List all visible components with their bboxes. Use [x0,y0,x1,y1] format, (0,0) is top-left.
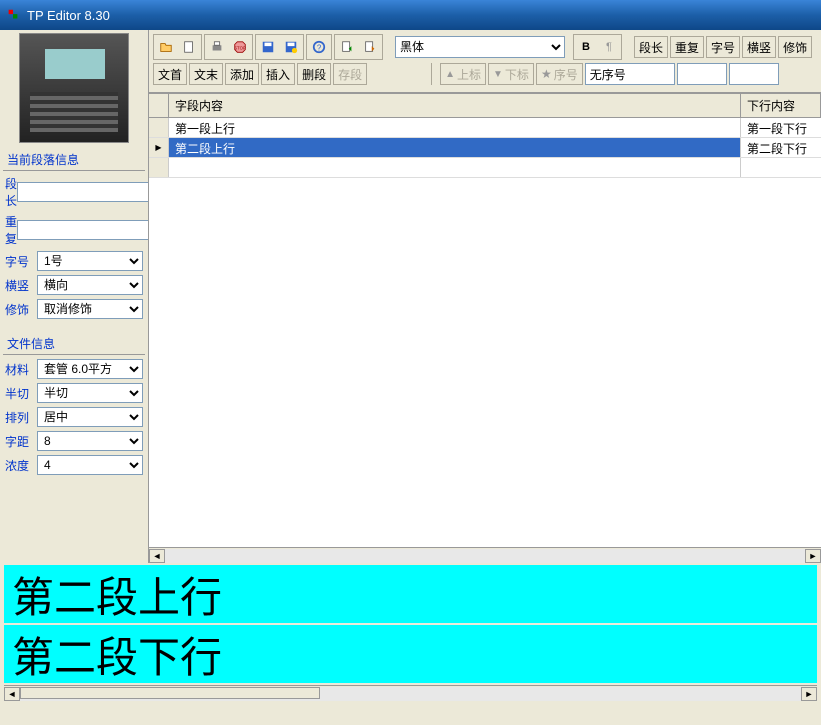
insert-button[interactable]: 插入 [261,63,295,85]
app-icon [5,7,21,23]
cell-field[interactable]: 第二段上行 [169,138,741,157]
table-row[interactable]: 第一段上行第一段下行 [149,118,821,138]
stop-icon[interactable]: STOP [229,36,251,58]
fontsize-button[interactable]: 字号 [706,36,740,58]
decor-select[interactable]: 取消修饰 [37,299,143,319]
sequence-input[interactable] [585,63,675,85]
column-header-field[interactable]: 字段内容 [169,94,741,117]
orient-button[interactable]: 横竖 [742,36,776,58]
arrange-select[interactable]: 居中 [37,407,143,427]
help-icon[interactable]: ? [308,36,330,58]
import-icon[interactable] [336,36,358,58]
spacing-label: 字距 [5,433,37,450]
orient-select[interactable]: 横向 [37,275,143,295]
preview-area: 第二段上行 第二段下行 ◄► [0,565,821,725]
superscript-button[interactable]: ▲上标 [440,63,486,85]
device-preview [19,33,129,143]
spacing-select[interactable]: 8 [37,431,143,451]
new-icon[interactable] [178,36,200,58]
title-bar: TP Editor 8.30 [0,0,821,30]
halfcut-select[interactable]: 半切 [37,383,143,403]
svg-text:?: ? [317,44,322,53]
export-icon[interactable] [359,36,381,58]
window-title: TP Editor 8.30 [27,8,110,23]
material-select[interactable]: 套管 6.0平方 [37,359,143,379]
print-icon[interactable] [206,36,228,58]
table-row[interactable]: 第二段上行第二段下行 [149,138,821,158]
blank-box-2[interactable] [729,63,779,85]
savepara-button[interactable]: 存段 [333,63,367,85]
row-header[interactable] [149,138,169,157]
fontsize-label: 字号 [5,253,37,270]
section-file-info: 文件信息 [3,333,145,355]
open-icon[interactable] [155,36,177,58]
toolbar: STOP ? 黑体 B ¶ [149,30,821,93]
density-label: 浓度 [5,457,37,474]
cell-down[interactable]: 第一段下行 [741,118,821,137]
arrange-label: 排列 [5,409,37,426]
seglen-button[interactable]: 段长 [634,36,668,58]
data-table: 字段内容 下行内容 第一段上行第一段下行第二段上行第二段下行 ◄► [149,93,821,563]
preview-line-1: 第二段上行 [4,565,817,623]
repeat-label: 重复 [5,213,17,247]
repeat-button[interactable]: 重复 [670,36,704,58]
table-row-empty[interactable] [149,158,821,178]
end-button[interactable]: 文末 [189,63,223,85]
preview-scrollbar[interactable]: ◄► [4,685,817,701]
material-label: 材料 [5,361,37,378]
cell-field[interactable]: 第一段上行 [169,118,741,137]
halfcut-label: 半切 [5,385,37,402]
section-paragraph-info: 当前段落信息 [3,149,145,171]
subscript-button[interactable]: ▼下标 [488,63,534,85]
home-button[interactable]: 文首 [153,63,187,85]
paragraph-mark-button[interactable]: ¶ [598,36,620,58]
blank-box-1[interactable] [677,63,727,85]
add-button[interactable]: 添加 [225,63,259,85]
saveas-icon[interactable] [280,36,302,58]
fontsize-select[interactable]: 1号 [37,251,143,271]
orient-label: 横竖 [5,277,37,294]
font-select[interactable]: 黑体 [395,36,565,58]
cell-down[interactable]: 第二段下行 [741,138,821,157]
column-header-down[interactable]: 下行内容 [741,94,821,117]
svg-text:STOP: STOP [234,46,246,51]
left-panel: 当前段落信息 段长 重复 字号1号 横竖横向 修饰取消修饰 文件信息 材料套管 … [0,30,148,563]
preview-line-2: 第二段下行 [4,625,817,683]
decor-button[interactable]: 修饰 [778,36,812,58]
save-icon[interactable] [257,36,279,58]
density-select[interactable]: 4 [37,455,143,475]
seglen-label: 段长 [5,175,17,209]
sequence-button[interactable]: ★序号 [536,63,583,85]
bold-button[interactable]: B [575,36,597,58]
decor-label: 修饰 [5,301,37,318]
delete-button[interactable]: 删段 [297,63,331,85]
table-scrollbar[interactable]: ◄► [149,547,821,563]
row-header[interactable] [149,118,169,137]
